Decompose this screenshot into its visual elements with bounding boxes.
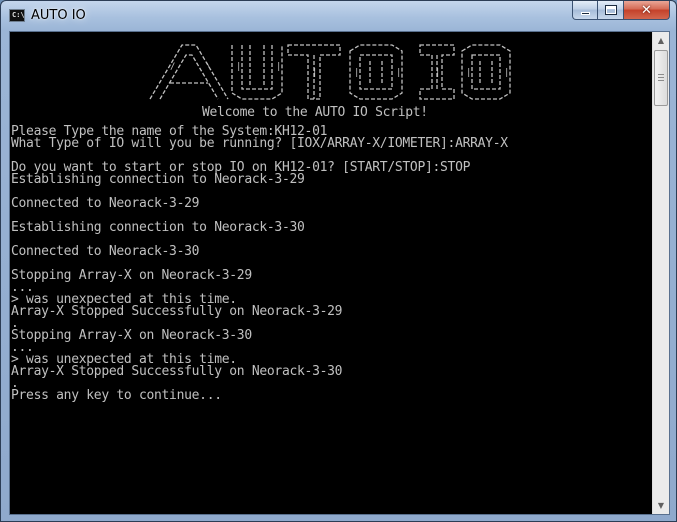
maximize-button[interactable] [598,1,624,20]
grip-line [658,74,664,75]
title-bar[interactable]: C:\ AUTO IO ✕ [1,1,676,31]
console-line: Array-X Stopped Successfully on Neorack-… [11,364,343,379]
vertical-scrollbar[interactable]: ▲ ▼ [652,32,669,514]
minimize-button[interactable] [572,1,598,20]
svg-text:\: \ [206,62,211,72]
console-line: Stopping Array-X on Neorack-3-29 [11,268,252,283]
svg-text:|: | [354,68,359,78]
scroll-down-button[interactable]: ▼ [653,497,669,514]
svg-text:|: | [236,62,241,72]
console-window: C:\ AUTO IO ✕ / \ | | | | | | | | Welcom… [0,0,677,522]
svg-text:|: | [312,68,317,78]
console-line: What Type of IO will you be running? [IO… [11,136,508,151]
console-output[interactable]: / \ | | | | | | | | Welcome to the AUTO IO S… [10,32,652,514]
svg-text:|: | [435,68,440,78]
console-client-area[interactable]: / \ | | | | | | | | Welcome to the AUTO IO S… [9,31,670,515]
console-line: Connected to Neorack-3-30 [11,244,200,259]
grip-line [658,80,664,81]
grip-line [658,77,664,78]
ascii-art-logo: / \ | | | | | | | | [149,44,511,100]
welcome-message: Welcome to the AUTO IO Script! [202,105,428,120]
scrollbar-thumb[interactable] [654,50,668,106]
console-line: Establishing connection to Neorack-3-30 [11,220,305,235]
caption-buttons: ✕ [572,1,670,21]
console-line: Stopping Array-X on Neorack-3-30 [11,328,252,343]
svg-text:|: | [396,68,401,78]
console-line: Array-X Stopped Successfully on Neorack-… [11,304,343,319]
scroll-up-button[interactable]: ▲ [653,32,669,49]
close-button[interactable]: ✕ [624,1,670,20]
svg-text:|: | [276,62,281,72]
console-line: Press any key to continue... [11,388,222,403]
ascii-banner: / \ | | | | | | | | Welcome to the AUTO IO S… [10,39,652,119]
minimize-icon [580,11,590,15]
svg-text:/: / [170,62,175,72]
close-icon: ✕ [641,2,652,18]
console-icon[interactable]: C:\ [9,9,25,22]
maximize-icon [604,5,617,15]
console-lines: Please Type the name of the System:KH12-… [11,125,508,403]
scroll-up-arrow-icon: ▲ [657,36,665,45]
svg-text:|: | [466,68,471,78]
scroll-down-arrow-icon: ▼ [657,501,665,510]
svg-text:|: | [504,68,509,78]
console-line: Connected to Neorack-3-29 [11,196,200,211]
console-line: Establishing connection to Neorack-3-29 [11,172,305,187]
window-title: AUTO IO [31,8,86,23]
